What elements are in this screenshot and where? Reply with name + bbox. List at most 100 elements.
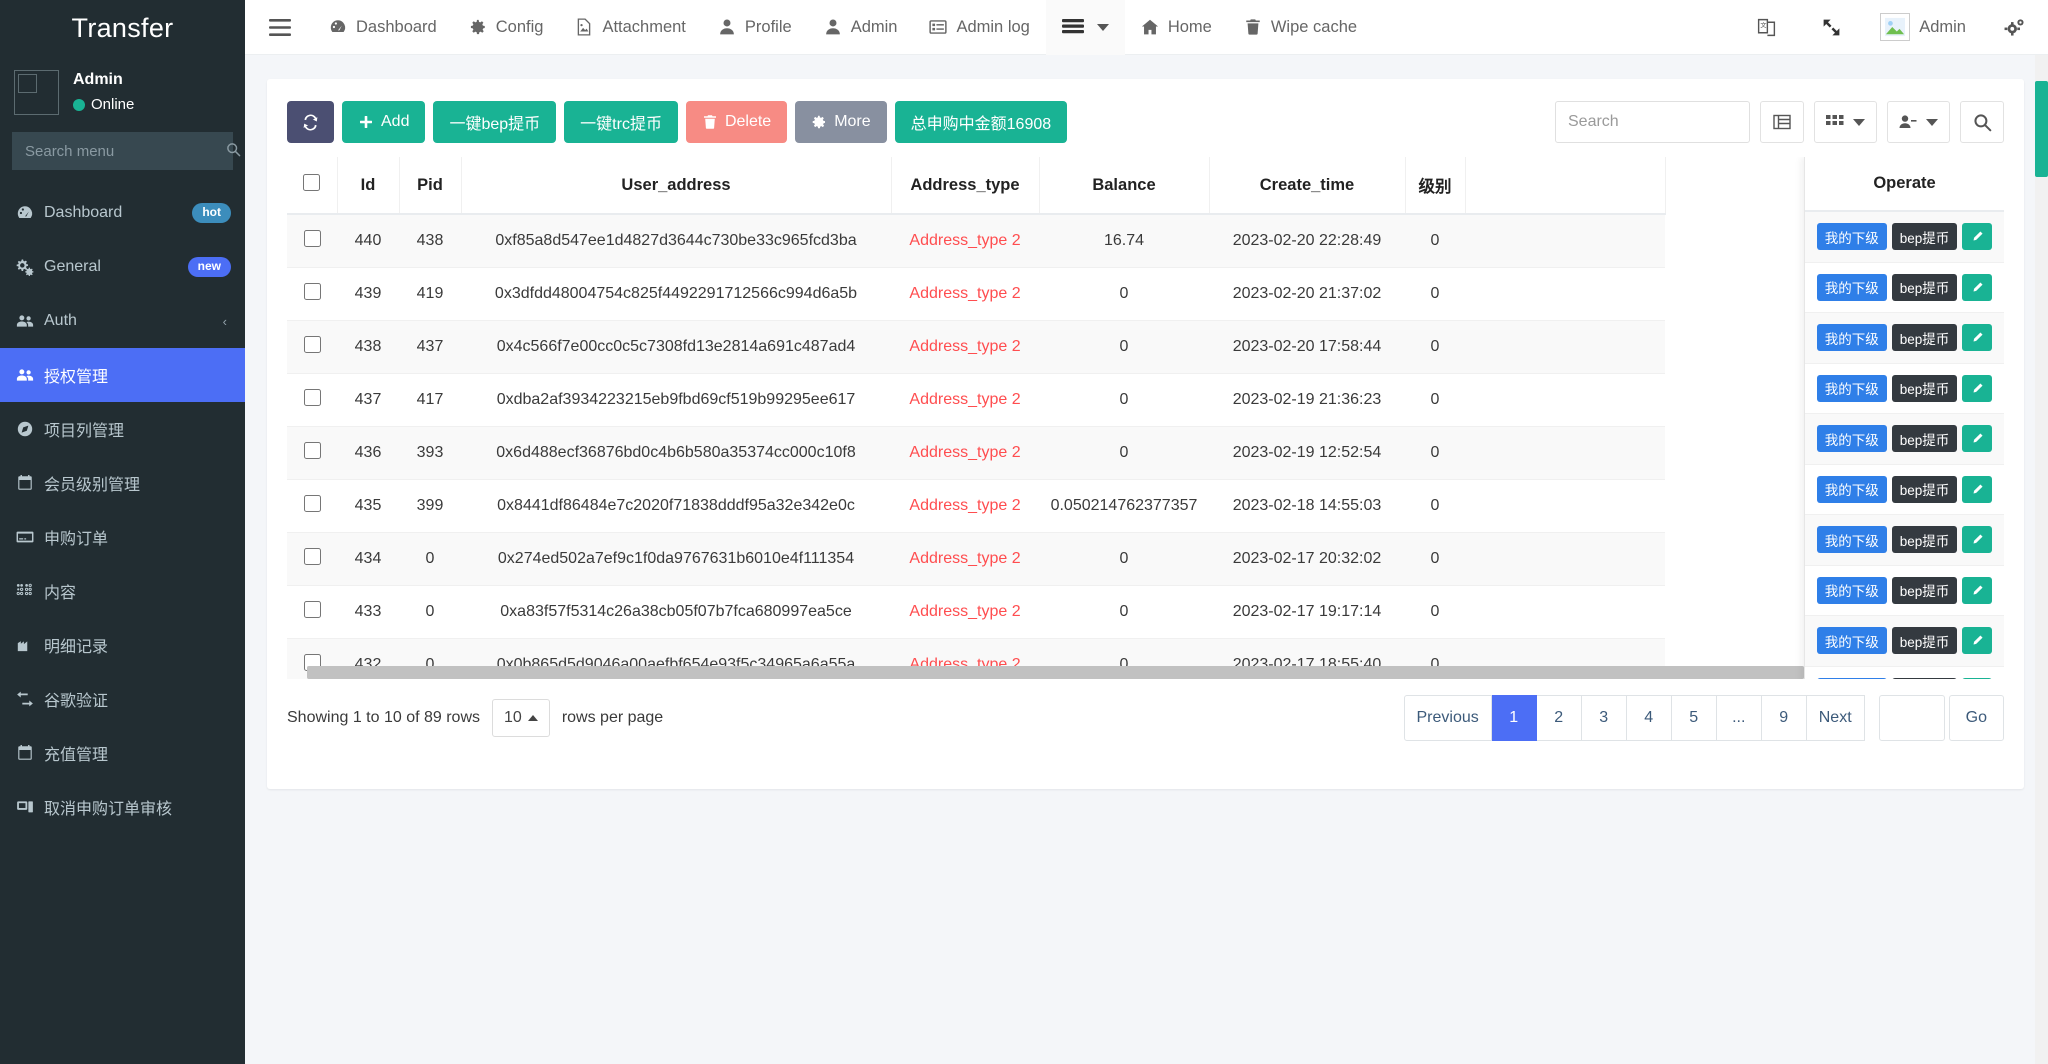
row-edit-button[interactable] <box>1962 274 1992 301</box>
toolbar-button-5[interactable]: 总申购中金额16908 <box>895 101 1068 143</box>
nav-item-home[interactable]: Home <box>1125 0 1228 55</box>
row-checkbox[interactable] <box>304 283 321 300</box>
search-menu-input[interactable] <box>23 142 226 161</box>
sidebar-item-7[interactable]: 内容 <box>0 564 245 618</box>
table-row[interactable]: 4404380xf85a8d547ee1d4827d3644c730be33c9… <box>287 214 1665 268</box>
page-button-2[interactable]: 2 <box>1537 695 1582 741</box>
sidebar-item-6[interactable]: 申购订单 <box>0 510 245 564</box>
select-all-checkbox[interactable] <box>303 174 320 191</box>
table-scrollbar-thumb[interactable] <box>307 666 1804 679</box>
row-edit-button[interactable] <box>1962 375 1992 402</box>
sidebar-item-9[interactable]: 谷歌验证 <box>0 672 245 726</box>
nav-item-config[interactable]: Config <box>453 0 560 55</box>
row-edit-button[interactable] <box>1962 577 1992 604</box>
page-scrollbar[interactable] <box>2035 55 2048 1064</box>
grid-view-icon[interactable] <box>1814 101 1877 143</box>
row-checkbox[interactable] <box>304 230 321 247</box>
page-button-1[interactable]: 1 <box>1492 695 1537 741</box>
sidebar-item-11[interactable]: 取消申购订单审核 <box>0 780 245 834</box>
row-checkbox[interactable] <box>304 336 321 353</box>
row-edit-button[interactable] <box>1962 526 1992 553</box>
expand-arrows-icon[interactable] <box>1799 0 1864 55</box>
page-button-9[interactable]: 9 <box>1762 695 1807 741</box>
toolbar-button-3[interactable]: Delete <box>686 101 787 143</box>
row-action-0-button[interactable]: 我的下级 <box>1817 223 1887 250</box>
search-submit-icon[interactable] <box>1960 101 2004 143</box>
nav-item-admin[interactable]: Admin <box>808 0 914 55</box>
row-action-0-button[interactable]: 我的下级 <box>1817 476 1887 503</box>
row-checkbox[interactable] <box>304 601 321 618</box>
table-search-input[interactable] <box>1555 101 1750 143</box>
row-action-1-button[interactable]: bep提币 <box>1892 678 1958 679</box>
sidebar-item-0[interactable]: Dashboardhot <box>0 186 245 240</box>
nav-item-wipe-cache[interactable]: Wipe cache <box>1228 0 1373 55</box>
row-action-0-button[interactable]: 我的下级 <box>1817 627 1887 654</box>
toolbar-button-4[interactable]: More <box>795 101 886 143</box>
row-edit-button[interactable] <box>1962 476 1992 503</box>
goto-page-button[interactable]: Go <box>1949 695 2004 741</box>
column-header-address-type[interactable]: Address_type <box>891 157 1039 214</box>
sidebar-toggle-button[interactable] <box>245 0 313 55</box>
columns-toggle-icon[interactable] <box>1760 101 1804 143</box>
settings-cogs-icon[interactable] <box>1982 0 2048 55</box>
nav-item-profile[interactable]: Profile <box>702 0 808 55</box>
table-row[interactable]: 4363930x6d488ecf36876bd0c4b6b580a35374cc… <box>287 427 1665 480</box>
row-action-1-button[interactable]: bep提币 <box>1892 577 1958 604</box>
row-action-1-button[interactable]: bep提币 <box>1892 476 1958 503</box>
toolbar-button-0[interactable]: Add <box>342 101 425 143</box>
row-checkbox[interactable] <box>304 389 321 406</box>
page-button-next[interactable]: Next <box>1807 695 1865 741</box>
row-action-1-button[interactable]: bep提币 <box>1892 526 1958 553</box>
table-row[interactable]: 4374170xdba2af3934223215eb9fbd69cf519b99… <box>287 374 1665 427</box>
row-action-0-button[interactable]: 我的下级 <box>1817 678 1887 679</box>
nav-item-admin-log[interactable]: Admin log <box>913 0 1045 55</box>
language-icon[interactable]: 文 <box>1734 0 1799 55</box>
row-action-1-button[interactable]: bep提币 <box>1892 425 1958 452</box>
refresh-button[interactable] <box>287 101 334 143</box>
row-checkbox[interactable] <box>304 548 321 565</box>
search-icon[interactable] <box>226 142 241 160</box>
row-action-1-button[interactable]: bep提币 <box>1892 274 1958 301</box>
page-button-5[interactable]: 5 <box>1672 695 1717 741</box>
sidebar-item-8[interactable]: 明细记录 <box>0 618 245 672</box>
user-menu-button[interactable]: Admin <box>1864 0 1982 55</box>
page-scrollbar-thumb[interactable] <box>2035 81 2048 177</box>
table-horizontal-scrollbar[interactable] <box>307 666 1804 679</box>
column-header-pid[interactable]: Pid <box>399 157 461 214</box>
row-edit-button[interactable] <box>1962 678 1992 679</box>
table-row[interactable]: 4384370x4c566f7e00cc0c5c7308fd13e2814a69… <box>287 321 1665 374</box>
row-action-0-button[interactable]: 我的下级 <box>1817 577 1887 604</box>
row-checkbox[interactable] <box>304 495 321 512</box>
per-page-dropdown[interactable]: 10 <box>492 699 550 737</box>
sidebar-item-1[interactable]: Generalnew <box>0 240 245 294</box>
nav-item-attachment[interactable]: Attachment <box>559 0 701 55</box>
nav-menu-dropdown[interactable] <box>1046 0 1125 55</box>
nav-item-dashboard[interactable]: Dashboard <box>313 0 453 55</box>
row-edit-button[interactable] <box>1962 627 1992 654</box>
row-action-0-button[interactable]: 我的下级 <box>1817 324 1887 351</box>
row-action-0-button[interactable]: 我的下级 <box>1817 425 1887 452</box>
column-header-balance[interactable]: Balance <box>1039 157 1209 214</box>
page-button-4[interactable]: 4 <box>1627 695 1672 741</box>
column-header-level[interactable]: 级别 <box>1405 157 1465 214</box>
row-action-1-button[interactable]: bep提币 <box>1892 223 1958 250</box>
page-button-previous[interactable]: Previous <box>1404 695 1492 741</box>
row-action-1-button[interactable]: bep提币 <box>1892 375 1958 402</box>
sidebar-item-5[interactable]: 会员级别管理 <box>0 456 245 510</box>
row-edit-button[interactable] <box>1962 324 1992 351</box>
table-row[interactable]: 43300xa83f57f5314c26a38cb05f07b7fca68099… <box>287 586 1665 639</box>
row-checkbox[interactable] <box>304 442 321 459</box>
row-action-0-button[interactable]: 我的下级 <box>1817 274 1887 301</box>
toolbar-button-1[interactable]: 一键bep提币 <box>433 101 556 143</box>
export-icon[interactable] <box>1887 101 1950 143</box>
page-button-3[interactable]: 3 <box>1582 695 1627 741</box>
column-header-id[interactable]: Id <box>337 157 399 214</box>
page-button-ellipsisellipsisellipsis[interactable]: ... <box>1717 695 1762 741</box>
sidebar-item-4[interactable]: 项目列管理 <box>0 402 245 456</box>
table-row[interactable]: 43400x274ed502a7ef9c1f0da9767631b6010e4f… <box>287 533 1665 586</box>
row-action-0-button[interactable]: 我的下级 <box>1817 526 1887 553</box>
table-row[interactable]: 4394190x3dfdd48004754c825f4492291712566c… <box>287 268 1665 321</box>
sidebar-item-10[interactable]: 充值管理 <box>0 726 245 780</box>
row-action-1-button[interactable]: bep提币 <box>1892 324 1958 351</box>
row-edit-button[interactable] <box>1962 223 1992 250</box>
